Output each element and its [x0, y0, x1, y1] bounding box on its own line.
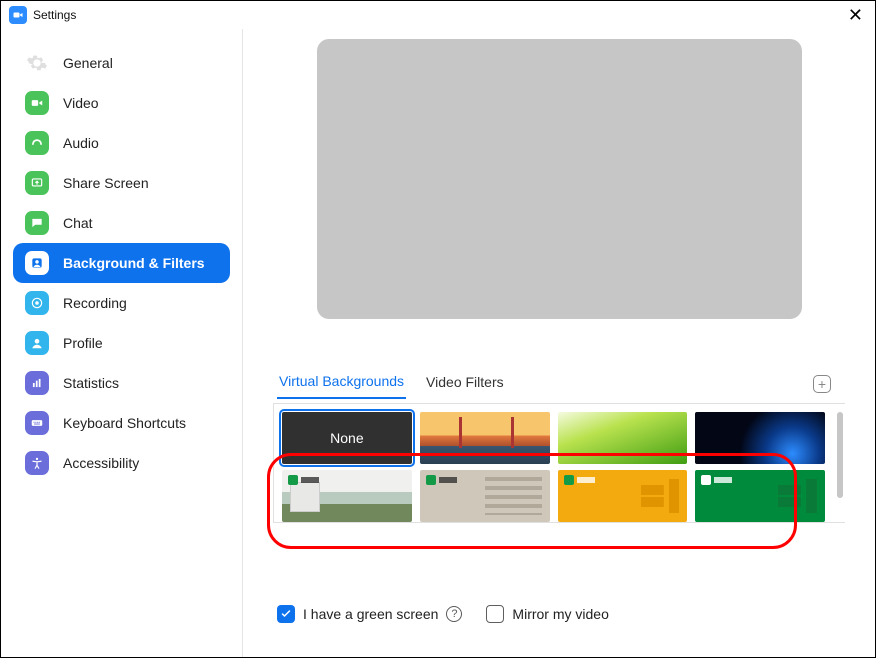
bg-thumb-campus[interactable] [282, 470, 412, 522]
video-icon [25, 91, 49, 115]
background-thumbnails: None [273, 403, 845, 523]
sidebar-item-label: Audio [63, 135, 99, 151]
accessibility-icon [25, 451, 49, 475]
chat-icon [25, 211, 49, 235]
help-icon[interactable]: ? [446, 606, 462, 622]
sidebar-item-label: General [63, 55, 113, 71]
sidebar-item-audio[interactable]: Audio [13, 123, 230, 163]
sidebar-item-profile[interactable]: Profile [13, 323, 230, 363]
window-title: Settings [33, 8, 76, 22]
settings-sidebar: General Video Audio Share Screen Chat Ba… [1, 29, 243, 657]
bg-thumb-green[interactable] [695, 470, 825, 522]
tabs-row: Virtual Backgrounds Video Filters + [273, 369, 845, 399]
bg-thumb-grass[interactable] [558, 412, 688, 464]
bg-thumb-golden-gate[interactable] [420, 412, 550, 464]
sidebar-item-label: Video [63, 95, 99, 111]
bg-thumb-yellow[interactable] [558, 470, 688, 522]
app-icon [9, 6, 27, 24]
sidebar-item-accessibility[interactable]: Accessibility [13, 443, 230, 483]
mirror-video-label: Mirror my video [512, 606, 608, 622]
sidebar-item-statistics[interactable]: Statistics [13, 363, 230, 403]
sidebar-item-label: Chat [63, 215, 93, 231]
bg-thumb-none[interactable]: None [282, 412, 412, 464]
sidebar-item-general[interactable]: General [13, 43, 230, 83]
bg-thumb-label: None [282, 412, 412, 464]
close-icon[interactable]: ✕ [844, 6, 867, 24]
sidebar-item-label: Background & Filters [63, 255, 205, 271]
bg-thumb-earth[interactable] [695, 412, 825, 464]
sidebar-item-label: Accessibility [63, 455, 139, 471]
tab-video-filters[interactable]: Video Filters [424, 370, 506, 398]
background-filters-icon [25, 251, 49, 275]
sidebar-item-background-filters[interactable]: Background & Filters [13, 243, 230, 283]
background-filters-panel: Virtual Backgrounds Video Filters + None [243, 29, 875, 657]
bg-thumb-beige[interactable] [420, 470, 550, 522]
sidebar-item-label: Profile [63, 335, 103, 351]
sidebar-item-video[interactable]: Video [13, 83, 230, 123]
sidebar-item-label: Recording [63, 295, 127, 311]
gear-icon [25, 51, 49, 75]
green-screen-label: I have a green screen [303, 606, 438, 622]
sidebar-item-chat[interactable]: Chat [13, 203, 230, 243]
recording-icon [25, 291, 49, 315]
sidebar-item-share-screen[interactable]: Share Screen [13, 163, 230, 203]
share-screen-icon [25, 171, 49, 195]
keyboard-icon [25, 411, 49, 435]
sidebar-item-recording[interactable]: Recording [13, 283, 230, 323]
sidebar-item-keyboard-shortcuts[interactable]: Keyboard Shortcuts [13, 403, 230, 443]
bottom-controls: I have a green screen ? Mirror my video [273, 605, 845, 623]
titlebar: Settings ✕ [1, 1, 875, 29]
green-screen-checkbox[interactable] [277, 605, 295, 623]
sidebar-item-label: Share Screen [63, 175, 149, 191]
sidebar-item-label: Keyboard Shortcuts [63, 415, 186, 431]
audio-icon [25, 131, 49, 155]
profile-icon [25, 331, 49, 355]
mirror-video-checkbox[interactable] [486, 605, 504, 623]
statistics-icon [25, 371, 49, 395]
scrollbar[interactable] [837, 412, 843, 514]
video-preview [317, 39, 802, 319]
tab-virtual-backgrounds[interactable]: Virtual Backgrounds [277, 369, 406, 399]
sidebar-item-label: Statistics [63, 375, 119, 391]
add-background-button[interactable]: + [813, 375, 831, 393]
